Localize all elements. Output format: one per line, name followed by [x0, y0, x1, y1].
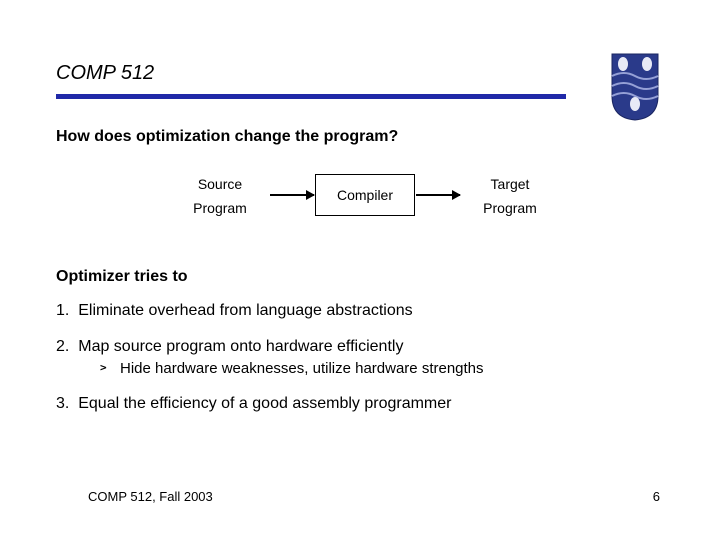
sub-item: Hide hardware weaknesses, utilize hardwa… — [100, 359, 664, 379]
diagram-target-label-bottom: Program — [460, 200, 560, 216]
item-number: 3. — [56, 395, 69, 412]
body-lead: Optimizer tries to — [56, 268, 664, 286]
rice-shield-logo — [610, 52, 660, 122]
header-rule — [56, 94, 566, 99]
slide: COMP 512 How does optimization change th… — [0, 0, 720, 540]
course-header: COMP 512 — [56, 62, 154, 85]
arrow-icon — [270, 194, 314, 196]
footer-page-number: 6 — [653, 489, 660, 504]
item-number: 2. — [56, 338, 69, 355]
diagram-source-label-bottom: Program — [170, 200, 270, 216]
arrow-icon — [416, 194, 460, 196]
list-item: 2. Map source program onto hardware effi… — [56, 336, 664, 380]
diagram-source-label-top: Source — [170, 176, 270, 192]
sub-list: Hide hardware weaknesses, utilize hardwa… — [100, 359, 664, 379]
diagram-target-label-top: Target — [460, 176, 560, 192]
slide-subtitle: How does optimization change the program… — [56, 128, 398, 146]
diagram-compiler-box: Compiler — [315, 174, 415, 216]
slide-body: Optimizer tries to 1. Eliminate overhead… — [56, 268, 664, 429]
compiler-diagram: Source Program Compiler Target Program — [130, 170, 590, 230]
item-text: Eliminate overhead from language abstrac… — [78, 302, 412, 319]
footer-course-term: COMP 512, Fall 2003 — [88, 489, 213, 504]
list-item: 1. Eliminate overhead from language abst… — [56, 300, 664, 322]
item-number: 1. — [56, 302, 69, 319]
item-text: Map source program onto hardware efficie… — [78, 338, 403, 355]
list-item: 3. Equal the efficiency of a good assemb… — [56, 393, 664, 415]
item-text: Equal the efficiency of a good assembly … — [78, 395, 451, 412]
